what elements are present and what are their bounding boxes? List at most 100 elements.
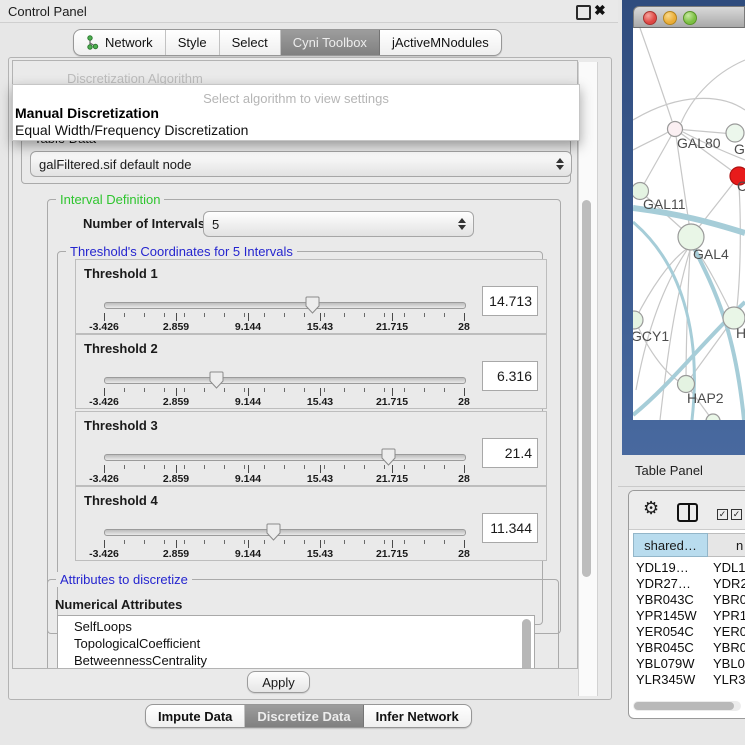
tab-style-label: Style [178,35,207,50]
slider-ticks [104,465,465,469]
threshold-2-slider[interactable] [104,377,466,384]
tick-label: 2.859 [163,396,189,408]
close-traffic-icon[interactable] [643,11,657,25]
column-header-name[interactable]: n [708,533,745,557]
label-gal11: GAL11 [643,196,686,212]
tick-label: 28 [458,473,470,485]
slider-ticks [104,313,465,317]
top-tab-bar: Network Style Select Cyni Toolbox jActiv… [73,29,502,56]
tab-network[interactable]: Network [74,30,166,55]
tab-discretize-data[interactable]: Discretize Data [245,705,363,727]
tick-label: 28 [458,548,470,560]
tick-label: 15.43 [307,321,333,333]
tab-select-label: Select [232,35,268,50]
table-panel-header: Table Panel [618,455,745,487]
table-data-group: Table Data galFiltered.sif default node [21,138,571,184]
tab-cyni-label: Cyni Toolbox [293,35,367,50]
tab-discretize-label: Discretize Data [257,709,350,724]
tick-label: 2.859 [163,548,189,560]
label-gal4: GAL4 [693,246,729,262]
checkbox-icon[interactable]: ✓ [717,509,728,520]
split-view-icon[interactable] [677,503,698,522]
tab-jactive-label: jActiveMNodules [392,35,489,50]
tick-label: -3.426 [89,321,119,333]
zoom-traffic-icon[interactable] [683,11,697,25]
tick-label: 9.144 [235,396,261,408]
tab-impute-data[interactable]: Impute Data [146,705,245,727]
label-gal80: GAL80 [677,135,721,151]
table-data-combo[interactable]: galFiltered.sif default node [30,151,572,177]
numerical-attributes-list[interactable]: SelfLoops TopologicalCoefficient Between… [57,615,535,669]
label-gcy1: GCY1 [633,328,669,344]
numerical-attributes-label: Numerical Attributes [55,597,182,612]
threshold-3-value-field[interactable]: 21.4 [482,438,538,468]
table-panel-title: Table Panel [635,463,703,478]
tick-label: 9.144 [235,548,261,560]
tick-label: 9.144 [235,473,261,485]
table-panel-widget: ⚙ ✓ ✓ shared… n YDL19…YDL1 YDR27…YDR2 YB… [628,490,745,719]
tick-label: 21.715 [376,396,408,408]
algorithm-placeholder: Select algorithm to view settings [13,91,579,106]
list-scrollbar[interactable] [522,619,531,669]
tick-label: 15.43 [307,396,333,408]
tab-cyni-toolbox[interactable]: Cyni Toolbox [281,30,380,55]
network-graph [633,28,745,420]
tick-label: 2.859 [163,473,189,485]
option-equal-width-frequency[interactable]: Equal Width/Frequency Discretization [15,122,248,138]
threshold-4-value-field[interactable]: 11.344 [482,513,538,543]
table-hscrollbar-thumb[interactable] [634,702,734,710]
checkbox-icon[interactable]: ✓ [731,509,742,520]
network-window-titlebar[interactable] [633,6,745,28]
tick-label: -3.426 [89,473,119,485]
gear-icon[interactable]: ⚙ [643,499,659,517]
close-icon[interactable]: ✖ [594,2,606,19]
combo-spinner-icon [458,218,466,230]
slider-ticks [104,540,465,544]
algorithm-dropdown-popup: Select algorithm to view settings Manual… [12,84,580,141]
threshold-1-slider[interactable] [104,302,466,309]
tick-label: 9.144 [235,321,261,333]
number-of-intervals-combo[interactable]: 5 [203,211,474,237]
table-toolbar: ⚙ ✓ ✓ [629,491,745,530]
apply-button[interactable]: Apply [247,671,310,693]
node-gcy1[interactable] [633,311,643,329]
table-data-combo-value: galFiltered.sif default node [39,157,191,172]
panel-scrollbar-thumb[interactable] [582,200,591,577]
threshold-2-label: Threshold 2 [84,341,158,356]
column-header-shared[interactable]: shared… [633,533,708,557]
bottom-tab-bar: Impute Data Discretize Data Infer Networ… [145,704,472,728]
node-partial-top-right[interactable] [726,124,744,142]
threshold-panel-4: Threshold 4 -3.426 2.859 9.144 15.43 21.… [75,486,547,561]
minimize-traffic-icon[interactable] [663,11,677,25]
list-item[interactable]: TopologicalCoefficient [74,636,200,651]
label-g-partial: G [734,141,745,157]
tick-label: 15.43 [307,473,333,485]
tab-style[interactable]: Style [166,30,220,55]
tab-impute-label: Impute Data [158,709,232,724]
list-item[interactable]: BetweennessCentrality [74,653,207,668]
option-manual-discretization[interactable]: Manual Discretization [15,105,159,121]
network-icon [86,35,99,50]
threshold-4-slider[interactable] [104,529,466,536]
table-hscrollbar[interactable] [633,701,741,711]
tick-label: 21.715 [376,548,408,560]
threshold-panel-1: Threshold 1 -3.426 2.859 9.144 15.43 21.… [75,259,547,334]
tab-jactivemnodules[interactable]: jActiveMNodules [380,30,501,55]
combo-spinner-icon [556,158,564,170]
threshold-1-value-field[interactable]: 14.713 [482,286,538,316]
tick-label: 28 [458,321,470,333]
tab-select[interactable]: Select [220,30,281,55]
threshold-3-slider[interactable] [104,454,466,461]
float-icon[interactable] [576,5,591,20]
threshold-2-value-field[interactable]: 6.316 [482,361,538,391]
threshold-1-label: Threshold 1 [84,266,158,281]
network-canvas[interactable]: GAL80 G C GAL11 GAL4 GCY1 H HAP2 [633,28,745,420]
tick-label: -3.426 [89,548,119,560]
threshold-panel-3: Threshold 3 -3.426 2.859 9.144 15.43 21.… [75,411,547,486]
tick-label: 28 [458,396,470,408]
tab-infer-network[interactable]: Infer Network [364,705,471,727]
list-item[interactable]: SelfLoops [74,619,132,634]
tab-infer-label: Infer Network [376,709,459,724]
label-hap2: HAP2 [687,390,724,406]
number-of-intervals-label: Number of Intervals [83,216,205,231]
